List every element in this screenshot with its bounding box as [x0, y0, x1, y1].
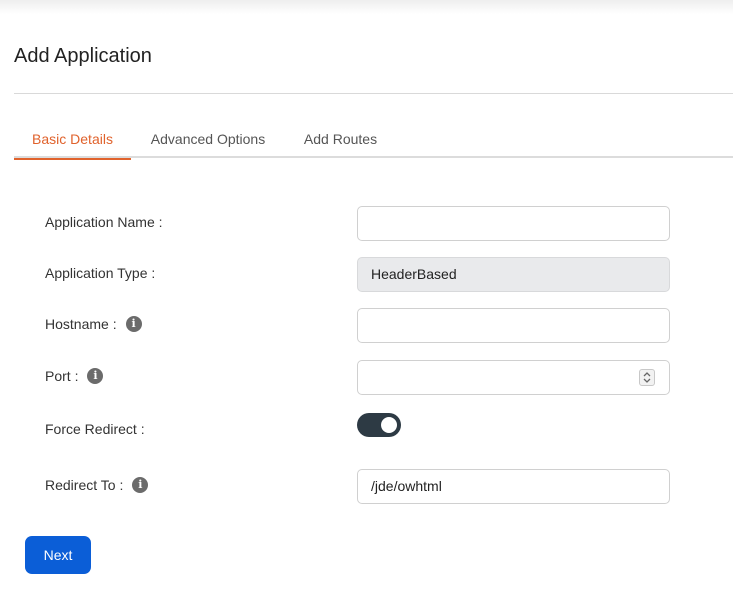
- hostname-label-text: Hostname :: [45, 316, 117, 332]
- page-title: Add Application: [14, 45, 152, 67]
- application-type-label: Application Type :: [45, 265, 155, 281]
- tab-bar: Basic Details Advanced Options Add Route…: [14, 122, 733, 160]
- force-redirect-label: Force Redirect :: [45, 421, 145, 437]
- force-redirect-toggle[interactable]: [357, 413, 401, 437]
- tab-add-routes[interactable]: Add Routes: [294, 122, 387, 158]
- hostname-label: Hostname : i: [45, 316, 142, 332]
- title-divider: [14, 93, 733, 94]
- port-input[interactable]: [357, 360, 670, 395]
- chevron-updown-icon: [643, 372, 651, 383]
- info-icon[interactable]: i: [87, 368, 104, 384]
- application-name-label: Application Name :: [45, 214, 163, 230]
- info-icon[interactable]: i: [132, 477, 149, 493]
- application-name-label-text: Application Name :: [45, 214, 163, 230]
- number-stepper[interactable]: [639, 369, 655, 386]
- tab-basic-details[interactable]: Basic Details: [14, 122, 131, 160]
- info-icon[interactable]: i: [125, 316, 142, 332]
- redirect-to-label-text: Redirect To :: [45, 477, 124, 493]
- redirect-to-label: Redirect To : i: [45, 477, 149, 493]
- hostname-input[interactable]: [357, 308, 670, 343]
- toggle-knob: [381, 417, 397, 433]
- next-button[interactable]: Next: [25, 536, 91, 574]
- application-name-input[interactable]: [357, 206, 670, 241]
- top-bar-shadow: [0, 0, 733, 14]
- application-type-label-text: Application Type :: [45, 265, 156, 281]
- port-label: Port : i: [45, 368, 104, 384]
- application-type-field: HeaderBased: [357, 257, 670, 292]
- tab-advanced-options[interactable]: Advanced Options: [139, 122, 277, 158]
- force-redirect-label-text: Force Redirect :: [45, 421, 145, 437]
- port-label-text: Port :: [45, 368, 79, 384]
- redirect-to-input[interactable]: /jde/owhtml: [357, 469, 670, 504]
